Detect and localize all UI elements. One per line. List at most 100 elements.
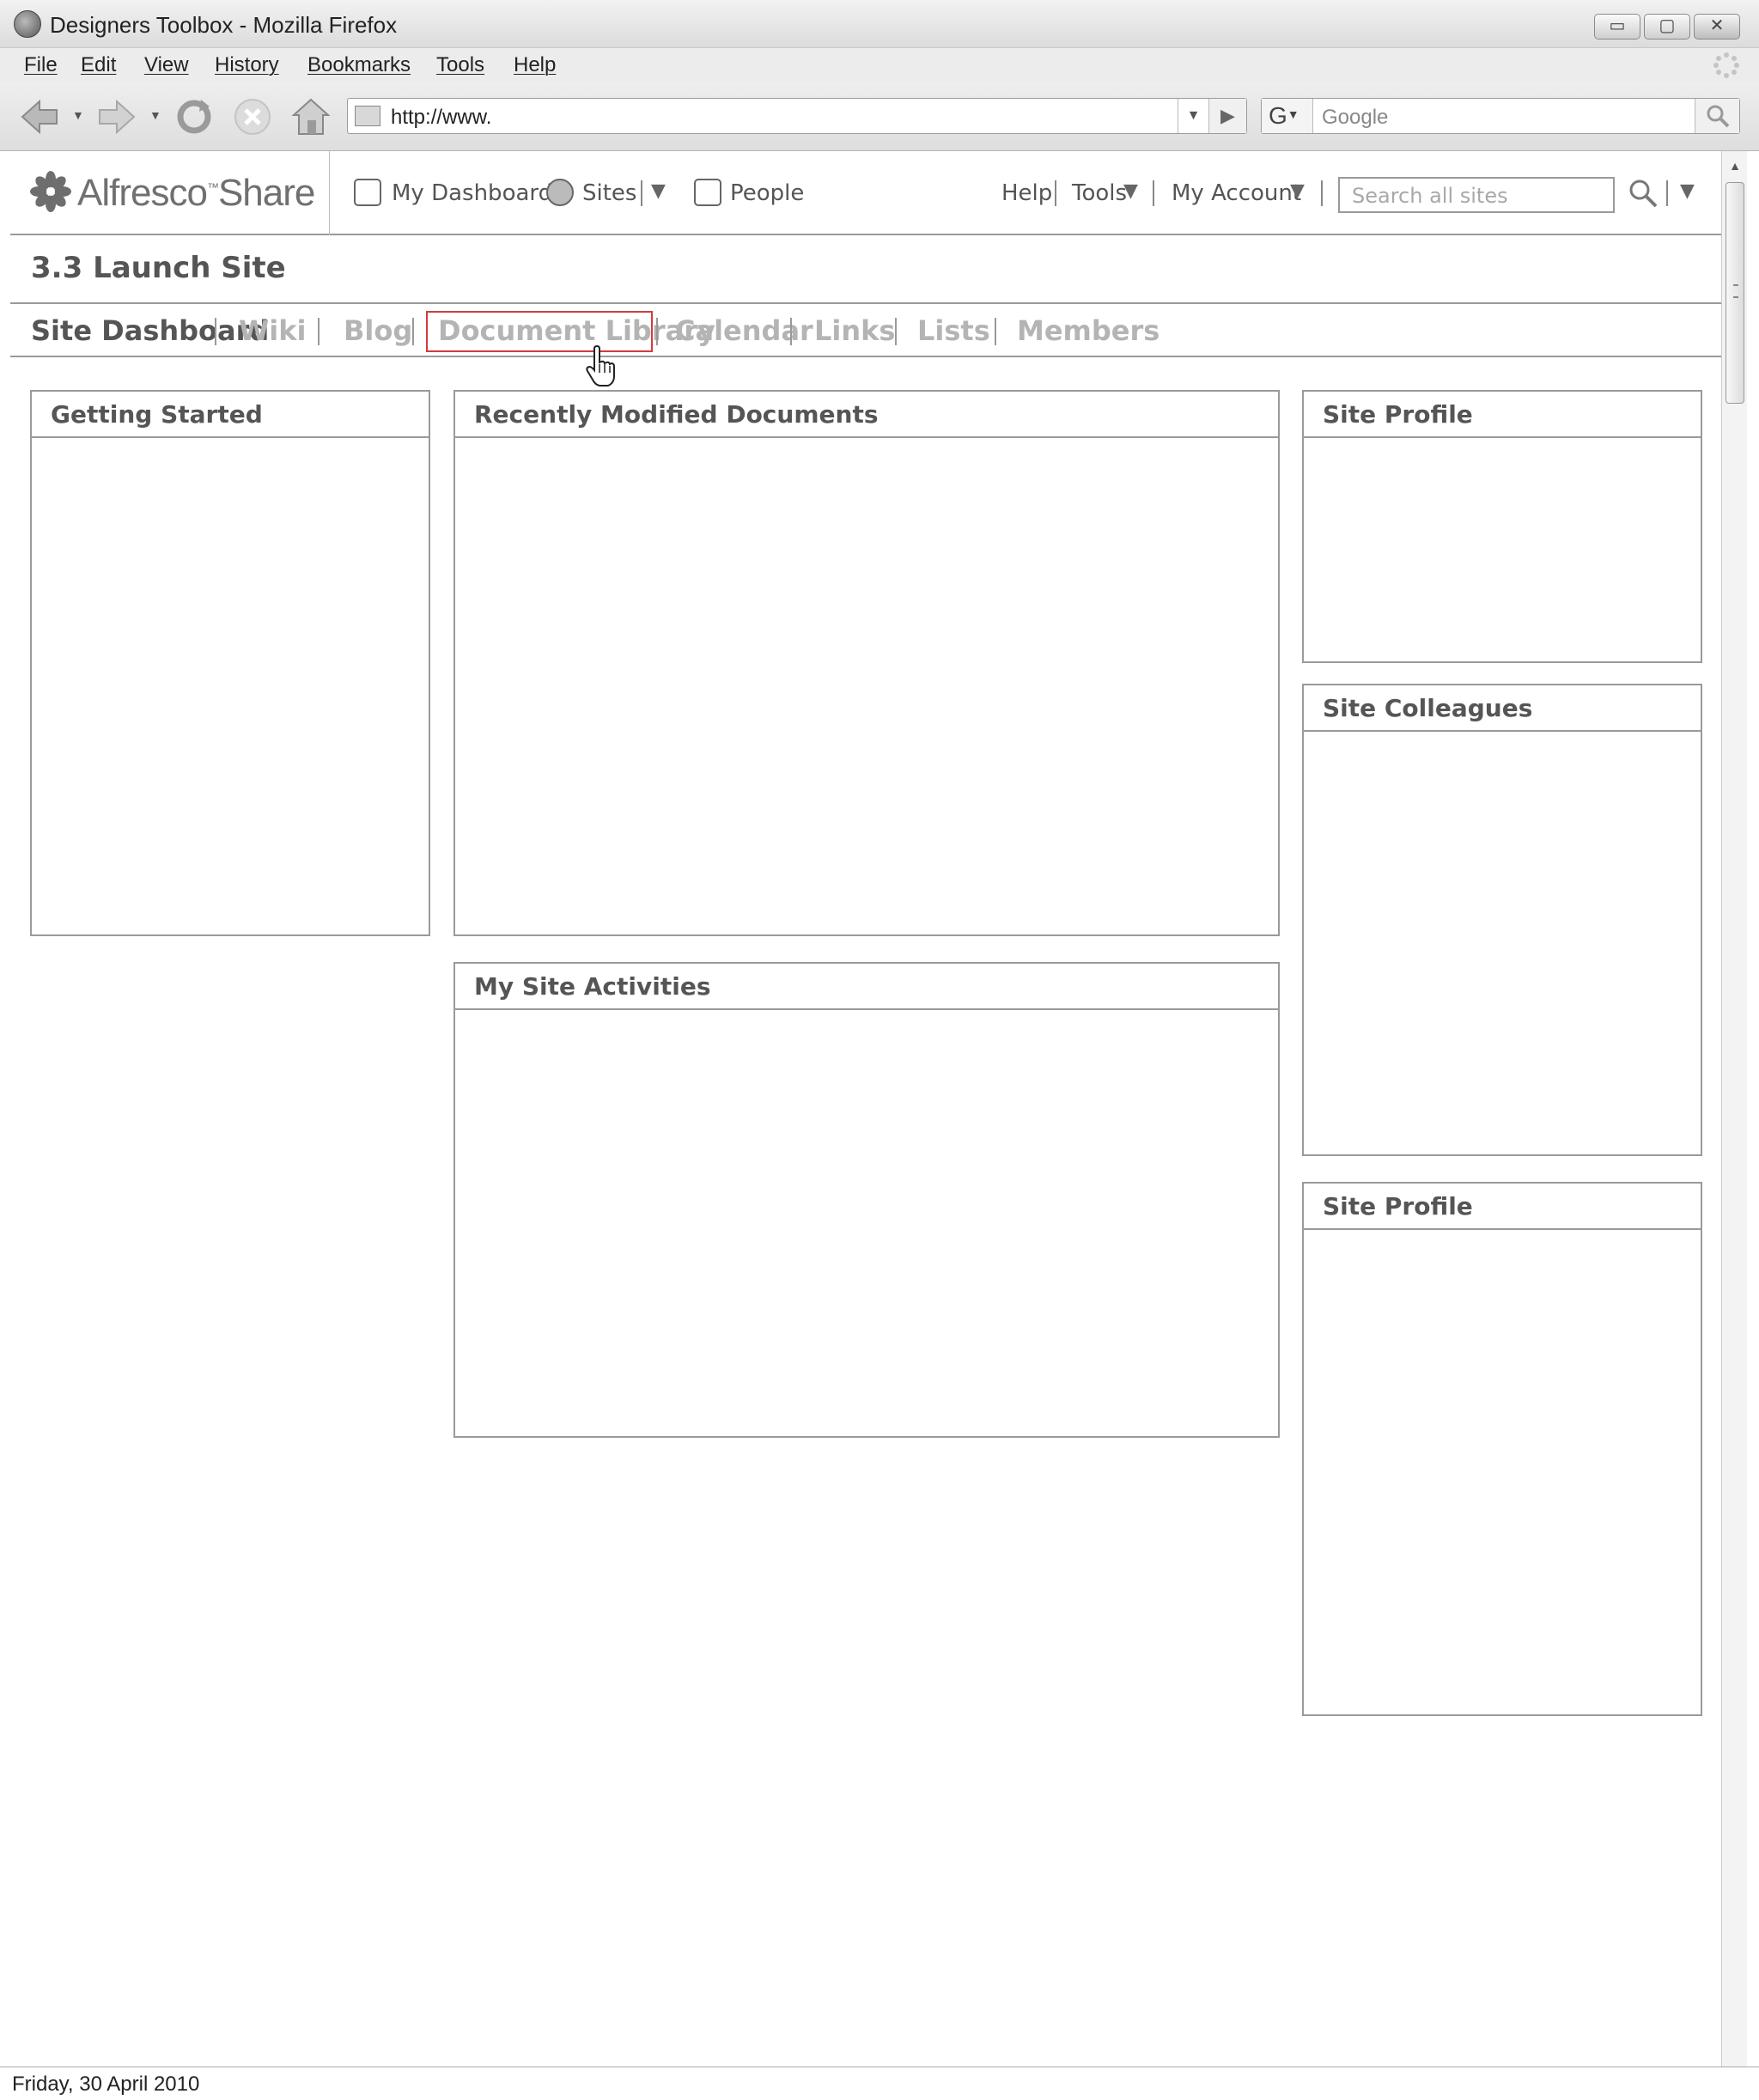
footer: Friday, 30 April 2010 xyxy=(0,2067,1759,2100)
link-my-account[interactable]: My Account xyxy=(1172,180,1301,206)
dashlet-recently-modified-documents: Recently Modified Documents xyxy=(453,390,1280,936)
separator xyxy=(1153,180,1154,206)
separator xyxy=(1321,180,1323,206)
dashlet-getting-started: Getting Started xyxy=(30,390,430,936)
reload-icon[interactable] xyxy=(173,96,215,137)
separator xyxy=(641,180,642,206)
menu-file[interactable]: File xyxy=(24,53,58,77)
dashlet-title: Site Colleagues xyxy=(1304,685,1701,732)
home-icon[interactable] xyxy=(290,94,332,137)
engine-dropdown-icon: ▼ xyxy=(1287,107,1299,121)
alfresco-logo[interactable]: Alfresco™Share xyxy=(10,151,330,235)
separator xyxy=(215,318,216,345)
share-header: Alfresco™Share My Dashboard Sites ▼ Peop… xyxy=(10,151,1721,235)
search-icon[interactable] xyxy=(1628,179,1658,208)
logo-text: Alfresco™Share xyxy=(77,172,315,215)
go-icon[interactable]: ▶ xyxy=(1208,99,1246,133)
site-nav-links[interactable]: Links xyxy=(814,314,895,347)
search-all-sites-input[interactable]: Search all sites xyxy=(1338,177,1615,213)
menu-help[interactable]: Help xyxy=(514,53,556,77)
dashlet-site-profile: Site Profile xyxy=(1302,390,1702,663)
separator xyxy=(995,318,996,345)
dashlet-title: Recently Modified Documents xyxy=(455,392,1278,438)
web-search-button[interactable] xyxy=(1695,99,1739,133)
site-nav-calendar[interactable]: Calendar xyxy=(675,314,813,347)
window-title: Designers Toolbox - Mozilla Firefox xyxy=(50,12,398,38)
separator xyxy=(790,318,792,345)
navigation-toolbar: ▼ ▼ http://www. ▼ ▶ G▼ Google xyxy=(0,82,1759,151)
print-date: Friday, 30 April 2010 xyxy=(12,2073,200,2096)
dashlet-title: My Site Activities xyxy=(455,964,1278,1010)
link-help[interactable]: Help xyxy=(1001,180,1052,206)
site-title: 3.3 Launch Site xyxy=(31,251,286,285)
separator xyxy=(1666,180,1668,206)
logo-trademark: ™ xyxy=(206,180,219,194)
nav-sites[interactable]: Sites xyxy=(582,180,636,206)
stop-icon[interactable] xyxy=(232,96,273,137)
menu-history[interactable]: History xyxy=(215,53,279,77)
search-all-sites-placeholder[interactable]: Search all sites xyxy=(1352,184,1508,208)
url-bar[interactable]: http://www. ▼ ▶ xyxy=(347,98,1247,134)
menubar: File Edit View History Bookmarks Tools H… xyxy=(0,48,1759,82)
separator xyxy=(318,318,320,345)
firefox-icon xyxy=(14,10,41,38)
menu-bookmarks[interactable]: Bookmarks xyxy=(307,53,411,77)
separator xyxy=(656,318,658,345)
sites-dropdown-icon[interactable]: ▼ xyxy=(651,180,666,202)
separator xyxy=(1055,180,1056,206)
site-nav-dashboard[interactable]: Site Dashboard xyxy=(31,314,269,347)
nav-my-dashboard[interactable]: My Dashboard xyxy=(392,180,552,206)
dashlet-site-colleagues: Site Colleagues xyxy=(1302,684,1702,1156)
back-history-dropdown-icon[interactable]: ▼ xyxy=(72,108,84,122)
site-navigation: Site Dashboard Wiki Blog Document Librar… xyxy=(10,304,1721,357)
site-nav-lists[interactable]: Lists xyxy=(917,314,990,347)
window-titlebar: Designers Toolbox - Mozilla Firefox ▭ ▢ … xyxy=(0,0,1759,48)
scrollbar-thumb[interactable] xyxy=(1726,182,1744,404)
sites-icon xyxy=(546,179,574,206)
menu-tools[interactable]: Tools xyxy=(436,53,484,77)
separator xyxy=(412,318,414,345)
site-nav-document-library[interactable]: Document Library xyxy=(438,314,715,347)
scroll-up-icon[interactable]: ▲ xyxy=(1722,153,1748,179)
nav-people[interactable]: People xyxy=(730,180,804,206)
alfresco-flower-icon xyxy=(30,171,71,212)
google-icon: G xyxy=(1269,102,1287,129)
tools-dropdown-icon[interactable]: ▼ xyxy=(1123,180,1138,202)
people-icon xyxy=(694,179,721,206)
vertical-scrollbar[interactable]: ▲ xyxy=(1721,151,1747,2067)
logo-brand: Alfresco xyxy=(77,172,208,214)
page-icon xyxy=(355,106,380,126)
close-button[interactable]: ✕ xyxy=(1694,14,1740,40)
separator xyxy=(895,318,897,345)
site-title-bar: 3.3 Launch Site xyxy=(10,235,1721,304)
url-dropdown-icon[interactable]: ▼ xyxy=(1178,99,1208,133)
search-options-dropdown-icon[interactable]: ▼ xyxy=(1680,180,1695,202)
site-nav-members[interactable]: Members xyxy=(1017,314,1159,347)
dashlet-title: Getting Started xyxy=(32,392,429,438)
web-search-box[interactable]: G▼ Google xyxy=(1261,98,1740,134)
forward-history-dropdown-icon[interactable]: ▼ xyxy=(149,108,161,122)
dashlet-title: Site Profile xyxy=(1304,1184,1701,1230)
forward-icon[interactable] xyxy=(96,98,137,136)
page-viewport: Alfresco™Share My Dashboard Sites ▼ Peop… xyxy=(10,151,1721,2067)
minimize-button[interactable]: ▭ xyxy=(1594,14,1640,40)
throbber-icon xyxy=(1713,52,1739,78)
dashlet-my-site-activities: My Site Activities xyxy=(453,962,1280,1438)
site-nav-blog[interactable]: Blog xyxy=(344,314,412,347)
search-icon xyxy=(1707,105,1730,128)
hand-cursor-icon xyxy=(586,345,615,387)
maximize-button[interactable]: ▢ xyxy=(1644,14,1690,40)
my-dashboard-icon xyxy=(354,179,381,206)
my-account-dropdown-icon[interactable]: ▼ xyxy=(1290,180,1305,202)
dashlet-title: Site Profile xyxy=(1304,392,1701,438)
menu-view[interactable]: View xyxy=(144,53,189,77)
back-icon[interactable] xyxy=(19,98,60,136)
menu-edit[interactable]: Edit xyxy=(81,53,116,77)
dashlet-site-profile-2: Site Profile xyxy=(1302,1182,1702,1716)
logo-product: Share xyxy=(217,172,315,214)
url-text[interactable]: http://www. xyxy=(391,106,491,130)
link-tools[interactable]: Tools xyxy=(1072,180,1127,206)
site-nav-wiki[interactable]: Wiki xyxy=(239,314,307,347)
web-search-placeholder[interactable]: Google xyxy=(1322,106,1388,130)
search-engine-selector[interactable]: G▼ xyxy=(1262,99,1313,133)
